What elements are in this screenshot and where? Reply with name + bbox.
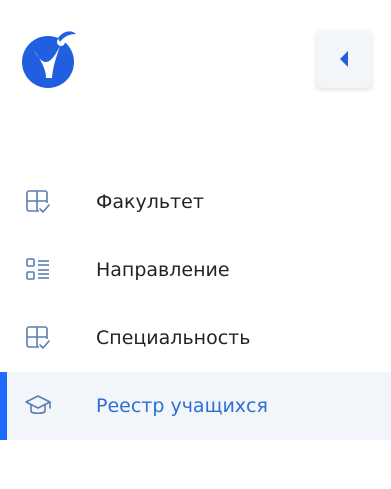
sidebar-menu: Факультет Направление Специальность Реес… bbox=[0, 168, 391, 440]
list-icon bbox=[24, 256, 52, 284]
sidebar-item-faculty[interactable]: Факультет bbox=[0, 168, 391, 236]
sidebar-item-label: Направление bbox=[96, 259, 230, 281]
active-indicator bbox=[0, 372, 7, 440]
sidebar-item-specialty[interactable]: Специальность bbox=[0, 304, 391, 372]
sidebar-item-label: Факультет bbox=[96, 191, 204, 213]
sidebar: Факультет Направление Специальность Реес… bbox=[0, 0, 391, 489]
caret-left-icon bbox=[340, 51, 348, 67]
app-logo[interactable] bbox=[20, 28, 80, 90]
logo-icon bbox=[22, 31, 76, 88]
graduation-cap-icon bbox=[24, 392, 52, 420]
collapse-sidebar-button[interactable] bbox=[316, 30, 372, 88]
sidebar-item-label: Специальность bbox=[96, 327, 251, 349]
grid-check-icon bbox=[24, 324, 52, 352]
grid-check-icon bbox=[24, 188, 52, 216]
sidebar-item-student-registry[interactable]: Реестр учащихся bbox=[0, 372, 391, 440]
sidebar-item-label: Реестр учащихся bbox=[96, 395, 268, 417]
sidebar-item-direction[interactable]: Направление bbox=[0, 236, 391, 304]
